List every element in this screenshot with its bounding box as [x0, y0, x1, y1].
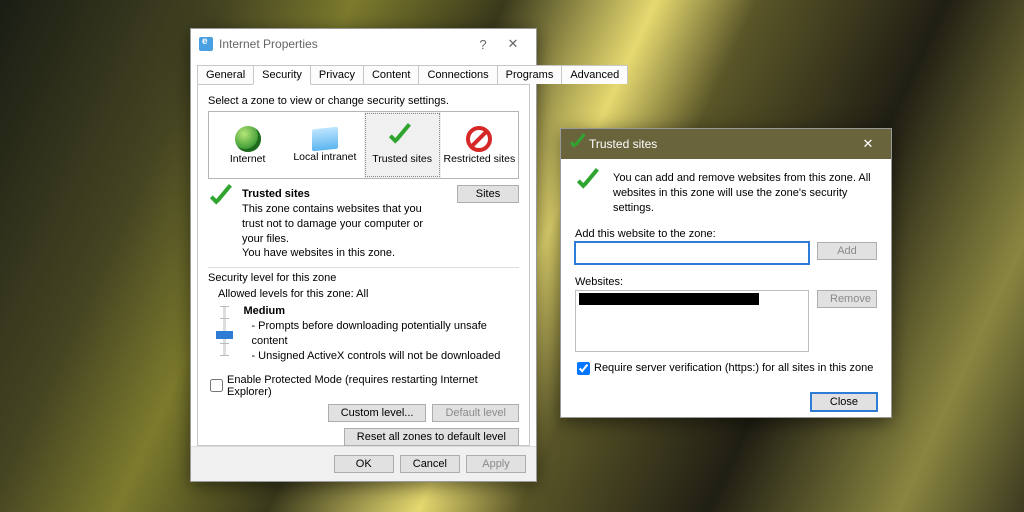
globe-icon: [235, 126, 261, 152]
window-title: Internet Properties: [219, 37, 318, 51]
tab-security[interactable]: Security: [253, 65, 311, 85]
require-https-label: Require server verification (https:) for…: [594, 362, 873, 374]
zone-restricted-sites[interactable]: Restricted sites: [441, 112, 518, 178]
list-item[interactable]: [579, 293, 759, 305]
protected-mode-checkbox[interactable]: [210, 379, 223, 392]
websites-label: Websites:: [575, 276, 623, 288]
tab-content[interactable]: Content: [363, 65, 420, 84]
zone-label: Trusted sites: [372, 154, 432, 166]
custom-level-button[interactable]: Custom level...: [328, 404, 427, 422]
require-https-checkbox[interactable]: [577, 362, 590, 375]
check-icon: [387, 126, 417, 152]
check-icon: [208, 187, 238, 213]
trusted-sites-window: Trusted sites ✕ You can add and remove w…: [560, 128, 892, 418]
tab-privacy[interactable]: Privacy: [310, 65, 364, 84]
allowed-levels: Allowed levels for this zone: All: [218, 288, 519, 300]
cancel-button[interactable]: Cancel: [400, 455, 460, 473]
protected-mode-label: Enable Protected Mode (requires restarti…: [227, 374, 519, 398]
add-website-label: Add this website to the zone:: [575, 228, 716, 240]
titlebar[interactable]: Internet Properties ? ✕: [191, 29, 536, 59]
check-icon: [569, 135, 589, 153]
reset-zones-button[interactable]: Reset all zones to default level: [344, 428, 519, 446]
zone-local-intranet[interactable]: Local intranet: [286, 112, 363, 178]
level-bullet-1: - Prompts before downloading potentially…: [251, 319, 519, 349]
websites-listbox[interactable]: [575, 290, 809, 352]
default-level-button[interactable]: Default level: [432, 404, 519, 422]
zone-title: Trusted sites: [242, 188, 310, 200]
help-button[interactable]: ?: [468, 37, 498, 52]
security-slider[interactable]: [214, 306, 235, 363]
tab-advanced[interactable]: Advanced: [561, 65, 628, 84]
security-tab-body: Select a zone to view or change security…: [197, 84, 530, 446]
internet-properties-window: Internet Properties ? ✕ General Security…: [190, 28, 537, 482]
security-level-heading: Security level for this zone: [208, 272, 519, 284]
ok-button[interactable]: OK: [334, 455, 394, 473]
level-name: Medium: [243, 304, 519, 319]
zone-trusted-sites[interactable]: Trusted sites: [364, 112, 441, 178]
sites-button[interactable]: Sites: [457, 185, 519, 203]
window-title: Trusted sites: [589, 137, 657, 151]
intranet-icon: [312, 127, 338, 152]
add-button[interactable]: Add: [817, 242, 877, 260]
tab-general[interactable]: General: [197, 65, 254, 84]
apply-button[interactable]: Apply: [466, 455, 526, 473]
close-button[interactable]: ✕: [498, 36, 528, 52]
zone-label: Local intranet: [293, 152, 356, 164]
level-bullet-2: - Unsigned ActiveX controls will not be …: [251, 349, 519, 364]
zone-prompt: Select a zone to view or change security…: [208, 95, 519, 107]
add-website-input[interactable]: [575, 242, 809, 264]
zone-label: Restricted sites: [443, 154, 515, 166]
tab-programs[interactable]: Programs: [497, 65, 563, 84]
zone-label: Internet: [230, 154, 266, 166]
zone-desc-1: This zone contains websites that you tru…: [242, 202, 432, 247]
level-row: Medium - Prompts before downloading pote…: [208, 304, 519, 363]
trusted-sites-body: You can add and remove websites from thi…: [561, 159, 891, 421]
tab-strip: General Security Privacy Content Connect…: [191, 65, 536, 84]
tab-connections[interactable]: Connections: [418, 65, 497, 84]
no-entry-icon: [466, 126, 492, 152]
check-icon: [575, 171, 605, 197]
zone-list: Internet Local intranet Trusted sites Re…: [208, 111, 519, 179]
titlebar[interactable]: Trusted sites ✕: [561, 129, 891, 159]
remove-button[interactable]: Remove: [817, 290, 877, 308]
internet-options-icon: [199, 37, 213, 51]
dialog-footer: OK Cancel Apply: [191, 446, 536, 481]
zone-internet[interactable]: Internet: [209, 112, 286, 178]
zone-desc-2: You have websites in this zone.: [242, 246, 432, 261]
close-button[interactable]: ✕: [853, 136, 883, 152]
trusted-sites-msg: You can add and remove websites from thi…: [613, 171, 877, 216]
slider-thumb[interactable]: [216, 331, 233, 339]
close-button[interactable]: Close: [811, 393, 877, 411]
